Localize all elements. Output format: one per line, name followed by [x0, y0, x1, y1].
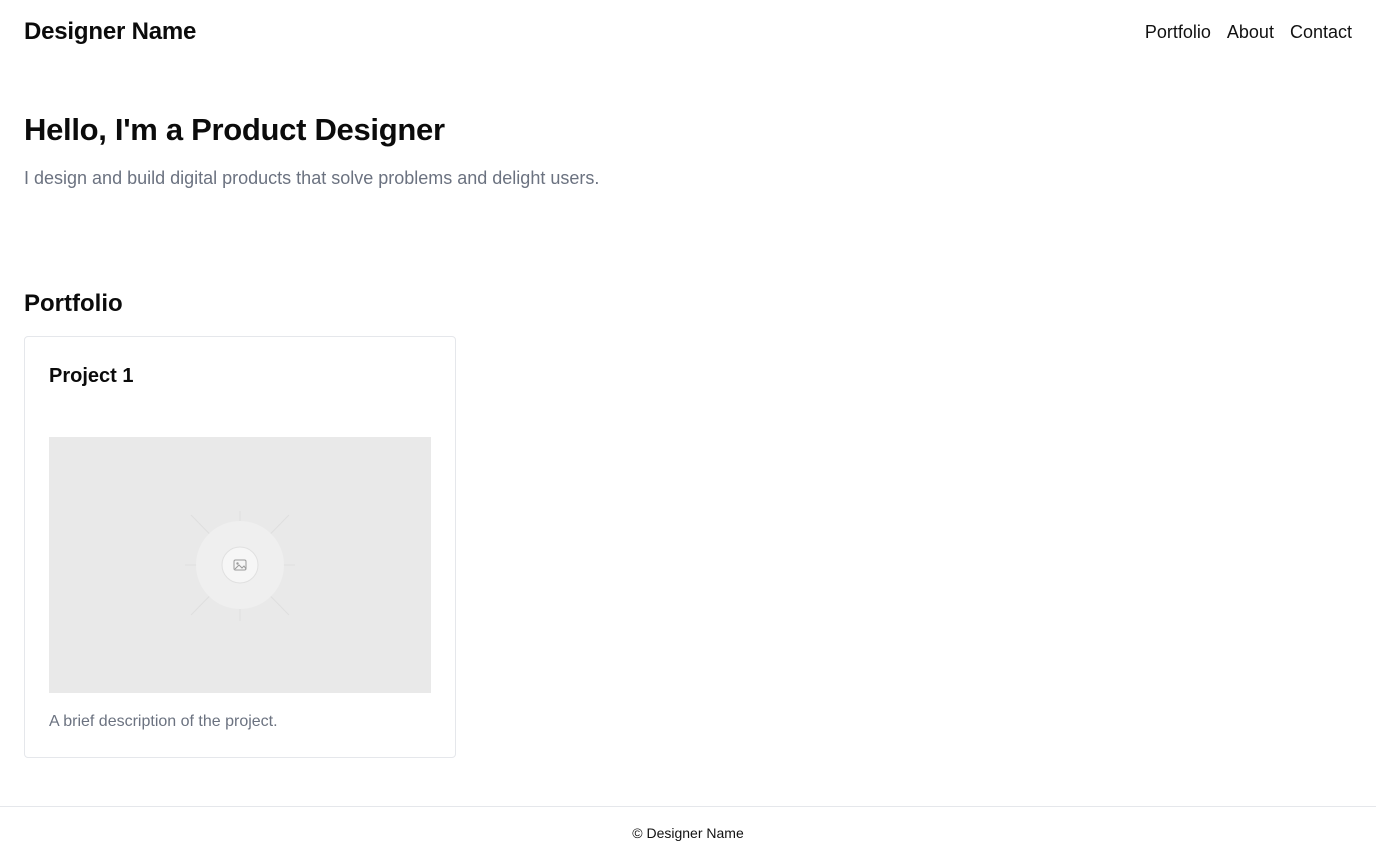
hero-subtitle: I design and build digital products that…	[24, 168, 600, 188]
site-footer: © Designer Name	[0, 806, 1376, 859]
project-card[interactable]: Project 1 A brief description of the pro…	[24, 336, 456, 758]
image-placeholder-icon	[185, 511, 295, 621]
hero-section: Hello, I'm a Product Designer I design a…	[24, 108, 599, 190]
nav-link-about[interactable]: About	[1227, 22, 1274, 43]
portfolio-section-title: Portfolio	[24, 290, 123, 317]
nav-link-portfolio[interactable]: Portfolio	[1145, 22, 1211, 43]
project-image-placeholder	[49, 437, 431, 693]
site-header: Designer Name Portfolio About Contact	[0, 0, 1376, 64]
page: Designer Name Portfolio About Contact He…	[0, 0, 1376, 859]
project-description: A brief description of the project.	[49, 713, 278, 730]
hero-title: Hello, I'm a Product Designer	[24, 112, 445, 147]
site-logo[interactable]: Designer Name	[24, 18, 196, 46]
nav-link-contact[interactable]: Contact	[1290, 22, 1352, 43]
project-title: Project 1	[49, 365, 134, 387]
main-nav: Portfolio About Contact	[1145, 22, 1352, 43]
footer-copyright: © Designer Name	[632, 825, 744, 841]
